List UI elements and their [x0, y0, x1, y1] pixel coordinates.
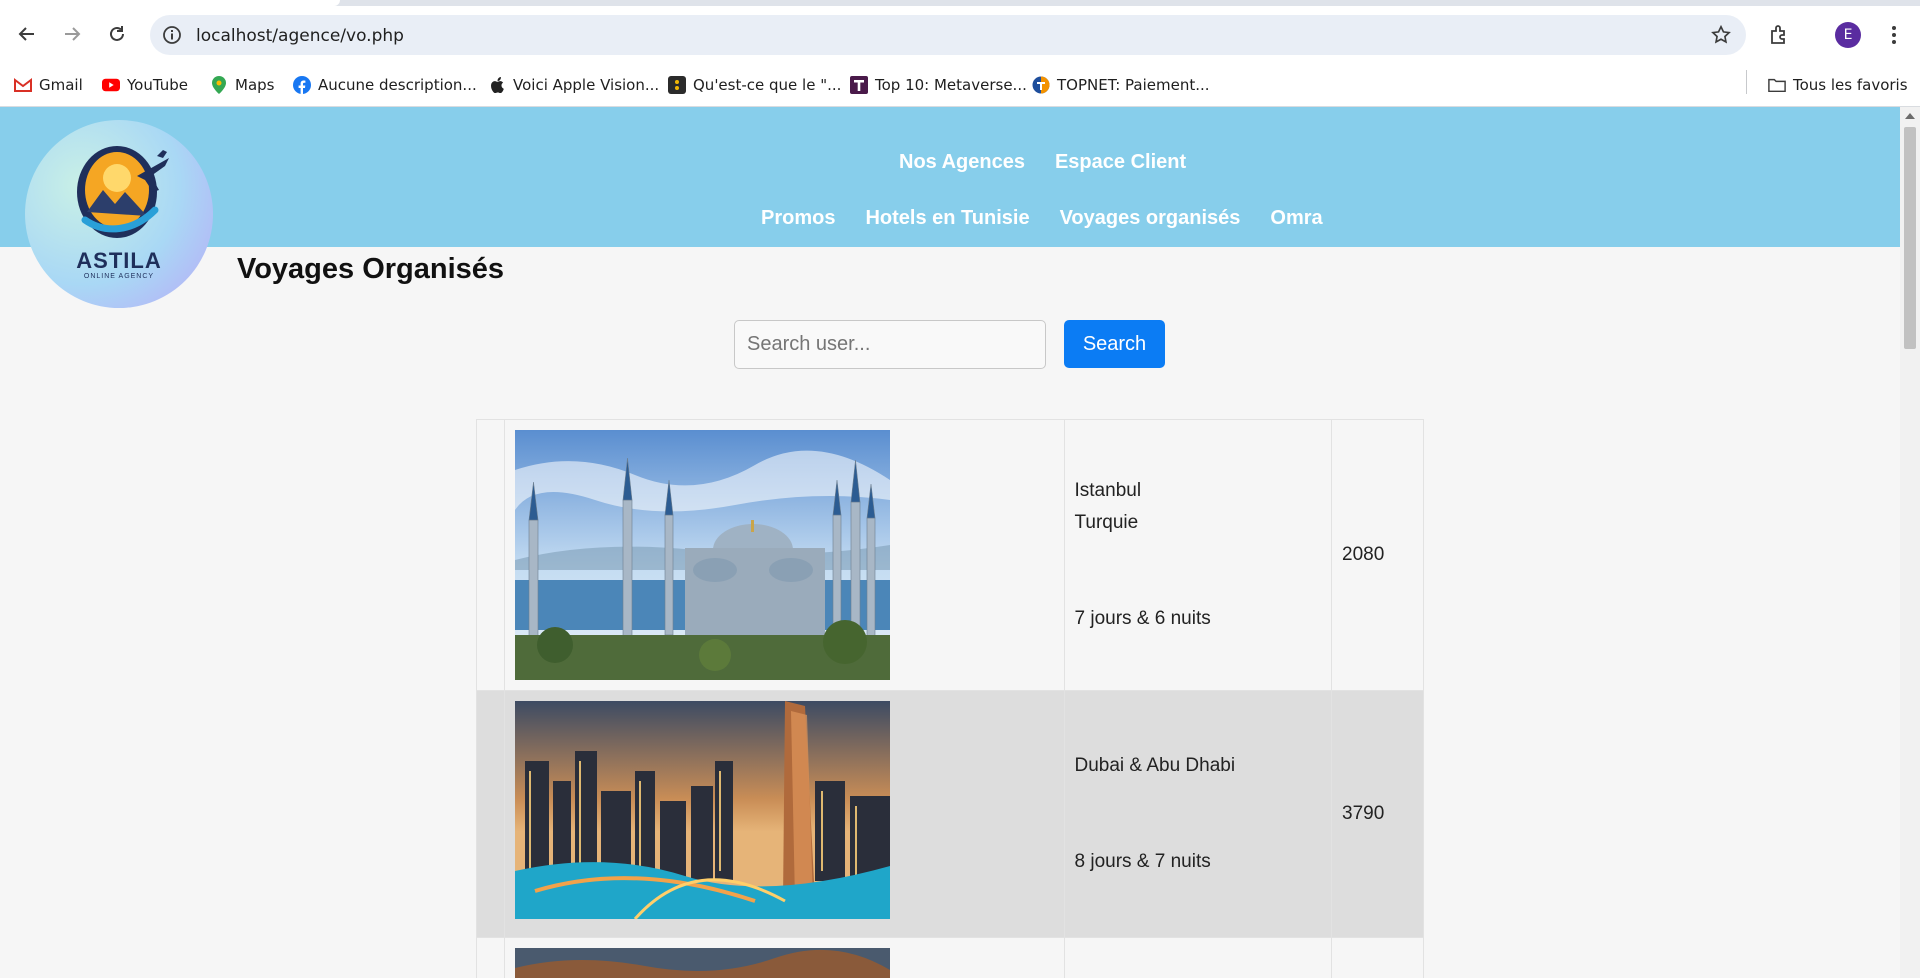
maps-icon [210, 76, 228, 94]
bookmark-maps[interactable]: Maps [210, 73, 274, 97]
forward-arrow-icon [65, 27, 81, 41]
scroll-up-arrow-icon[interactable] [1905, 113, 1915, 119]
dots-icon [668, 76, 686, 94]
trip-info-cell [1063, 937, 1333, 978]
back-arrow-icon [18, 27, 34, 41]
nav-nos-agences[interactable]: Nos Agences [899, 151, 1025, 174]
page-viewport: Nos Agences Espace Client Promos Hotels … [0, 107, 1920, 978]
extensions-puzzle-icon[interactable] [1768, 23, 1792, 47]
bookmark-label: Top 10: Metaverse... [875, 76, 1027, 94]
logo-subtitle: ONLINE AGENCY [83, 273, 155, 280]
trip-duration: 8 jours & 7 nuits [1074, 851, 1211, 872]
trip-price: 2080 [1331, 419, 1424, 691]
forward-button[interactable] [59, 21, 85, 47]
dubai-marina-photo[interactable] [514, 701, 890, 919]
site-info-icon[interactable] [162, 25, 182, 45]
bookmark-gmail[interactable]: Gmail [14, 73, 83, 97]
page-title: Voyages Organisés [237, 253, 505, 285]
trip-row[interactable]: Istanbul Turquie 7 jours & 6 nuits 2080 [476, 419, 1424, 691]
top-nav: Nos Agences Espace Client [899, 151, 1186, 174]
bookmark-apple[interactable]: Voici Apple Vision... [488, 73, 659, 97]
row-gutter-cell [476, 937, 505, 978]
bookmark-label: Gmail [39, 76, 83, 94]
nav-hotels-tunisie[interactable]: Hotels en Tunisie [865, 207, 1029, 230]
gmail-icon [14, 76, 32, 94]
bookmark-quest-ce-que[interactable]: Qu'est-ce que le "... [668, 73, 841, 97]
site-logo[interactable]: ASTILA ONLINE AGENCY [25, 120, 213, 308]
reload-button[interactable] [104, 21, 130, 47]
main-nav: Promos Hotels en Tunisie Voyages organis… [761, 207, 1323, 230]
all-bookmarks-folder[interactable]: Tous les favoris [1768, 73, 1908, 97]
folder-icon [1768, 76, 1786, 94]
trip-row[interactable] [476, 937, 1424, 978]
back-button[interactable] [14, 21, 40, 47]
trip-image-cell [503, 690, 1065, 938]
trip-photo[interactable] [514, 948, 890, 978]
bookmark-label: TOPNET: Paiement... [1057, 76, 1210, 94]
trip-destination-line1: Dubai & Abu Dhabi [1074, 755, 1236, 776]
nav-voyages-organises[interactable]: Voyages organisés [1060, 207, 1241, 230]
bookmark-label: Aucune description... [318, 76, 477, 94]
bookmark-label: YouTube [127, 76, 188, 94]
bookmark-label: Voici Apple Vision... [513, 76, 660, 94]
nav-promos[interactable]: Promos [761, 207, 835, 230]
trips-table: Istanbul Turquie 7 jours & 6 nuits 2080 [476, 419, 1424, 978]
bookmarks-separator [1746, 70, 1747, 94]
facebook-icon [293, 76, 311, 94]
bookmark-label: Qu'est-ce que le "... [693, 76, 842, 94]
row-gutter-cell [476, 419, 505, 691]
nav-espace-client[interactable]: Espace Client [1055, 151, 1186, 174]
youtube-icon [102, 76, 120, 94]
trip-destination-line1: Istanbul [1074, 480, 1142, 501]
trip-image-cell [503, 937, 1065, 978]
profile-avatar[interactable]: E [1835, 22, 1861, 48]
browser-toolbar: localhost/agence/vo.php E [0, 6, 1920, 64]
trip-price [1331, 937, 1424, 978]
url-text[interactable]: localhost/agence/vo.php [196, 26, 404, 46]
topnet-icon [1032, 76, 1050, 94]
bookmark-youtube[interactable]: YouTube [102, 73, 188, 97]
bookmark-star-icon[interactable] [1710, 24, 1732, 46]
bookmark-label: Maps [235, 76, 275, 94]
reload-icon [110, 26, 124, 41]
more-menu-icon[interactable] [1884, 24, 1904, 46]
site-header: Nos Agences Espace Client Promos Hotels … [0, 107, 1900, 247]
apple-icon [488, 76, 506, 94]
vertical-scrollbar[interactable] [1900, 107, 1920, 978]
address-bar[interactable]: localhost/agence/vo.php [150, 15, 1746, 55]
trip-info-cell: Dubai & Abu Dhabi 8 jours & 7 nuits [1063, 690, 1333, 938]
blue-mosque-photo[interactable] [514, 430, 890, 680]
nav-omra[interactable]: Omra [1270, 207, 1322, 230]
trip-info-cell: Istanbul Turquie 7 jours & 6 nuits [1063, 419, 1333, 691]
search-input[interactable] [734, 320, 1046, 369]
search-button[interactable]: Search [1064, 320, 1165, 368]
scrollbar-thumb[interactable] [1904, 127, 1916, 349]
row-gutter-cell [476, 690, 505, 938]
bookmarks-bar: Gmail YouTube Maps Aucune description...… [0, 64, 1920, 107]
trip-destination-line2: Turquie [1074, 512, 1139, 533]
all-bookmarks-label: Tous les favoris [1793, 76, 1908, 94]
t-icon [850, 76, 868, 94]
bookmark-facebook[interactable]: Aucune description... [293, 73, 477, 97]
trip-duration: 7 jours & 6 nuits [1074, 608, 1211, 629]
bookmark-top-10[interactable]: Top 10: Metaverse... [850, 73, 1027, 97]
logo-title: ASTILA [76, 248, 162, 273]
trip-price: 3790 [1331, 690, 1424, 938]
bookmark-topnet[interactable]: TOPNET: Paiement... [1032, 73, 1210, 97]
trip-destination-line2 [1075, 782, 1322, 814]
trip-row[interactable]: Dubai & Abu Dhabi 8 jours & 7 nuits 3790 [476, 690, 1424, 938]
trip-image-cell [503, 419, 1065, 691]
